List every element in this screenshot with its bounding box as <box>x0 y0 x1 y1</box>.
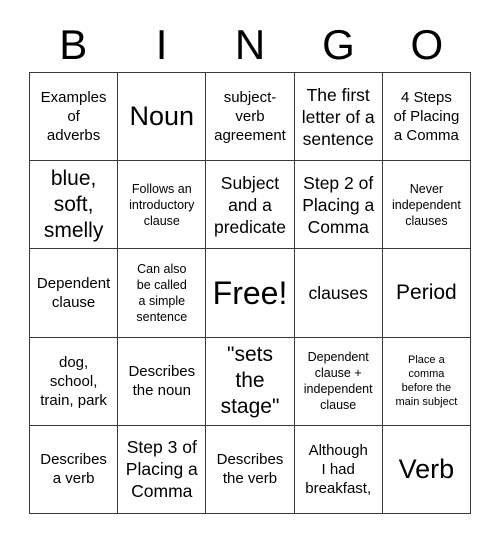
bingo-cell-label: Dependent clause <box>36 274 111 311</box>
bingo-header-letter-i: I <box>155 21 168 68</box>
bingo-cell-label: Noun <box>129 101 195 132</box>
bingo-cell-label: "sets the stage" <box>220 343 280 419</box>
bingo-cell-r4-c3[interactable]: "sets the stage" <box>206 337 295 426</box>
bingo-cell-label: clauses <box>308 282 368 303</box>
bingo-cell-r1-c2[interactable]: Noun <box>118 73 207 162</box>
bingo-cell-label: Step 2 of Placing a Comma <box>302 172 375 237</box>
bingo-cell-r2-c1[interactable]: blue, soft, smelly <box>30 161 119 250</box>
bingo-header: BINGO <box>29 18 471 72</box>
bingo-cell-r1-c4[interactable]: The first letter of a sentence <box>294 73 383 162</box>
bingo-cell-label: Describes the verb <box>216 451 284 488</box>
bingo-cell-label: Step 3 of Placing a Comma <box>125 437 198 502</box>
bingo-cell-r3-c1[interactable]: Dependent clause <box>30 249 119 338</box>
bingo-cell-label: The first letter of a sentence <box>301 84 375 149</box>
bingo-cell-r4-c5[interactable]: Place a comma before the main subject <box>382 337 471 426</box>
bingo-cell-r1-c1[interactable]: Examples of adverbs <box>30 73 119 162</box>
bingo-cell-r2-c5[interactable]: Never independent clauses <box>382 161 471 250</box>
bingo-cell-label: Although I had breakfast, <box>305 441 372 497</box>
bingo-cell-r4-c2[interactable]: Describes the noun <box>118 337 207 426</box>
bingo-cell-label: Examples of adverbs <box>40 89 107 145</box>
bingo-cell-r3-c4[interactable]: clauses <box>294 249 383 338</box>
bingo-cell-free-space[interactable]: Free! <box>206 249 295 338</box>
bingo-cell-label: Free! <box>212 274 288 311</box>
bingo-header-letter-o: O <box>410 21 444 68</box>
bingo-cell-label: Follows an introductory clause <box>129 181 195 228</box>
bingo-cell-r4-c1[interactable]: dog, school, train, park <box>30 337 119 426</box>
bingo-grid: Examples of adverbs Noun subject- verb agr… <box>29 72 471 514</box>
bingo-cell-label: subject- verb agreement <box>214 89 286 145</box>
bingo-cell-r1-c5[interactable]: 4 Steps of Placing a Comma <box>382 73 471 162</box>
bingo-cell-label: 4 Steps of Placing a Comma <box>393 89 460 145</box>
bingo-header-letter-b: B <box>59 21 88 68</box>
bingo-cell-r2-c2[interactable]: Follows an introductory clause <box>118 161 207 250</box>
bingo-cell-label: Subject and a predicate <box>213 172 286 237</box>
bingo-cell-label: blue, soft, smelly <box>43 166 104 242</box>
bingo-cell-r2-c4[interactable]: Step 2 of Placing a Comma <box>294 161 383 250</box>
bingo-cell-label: Describes a verb <box>40 451 107 488</box>
bingo-cell-label: Never independent clauses <box>391 181 461 228</box>
bingo-cell-label: Describes the noun <box>128 363 196 400</box>
bingo-cell-r3-c2[interactable]: Can also be called a simple sentence <box>118 249 207 338</box>
bingo-cell-label: Can also be called a simple sentence <box>136 261 188 324</box>
bingo-cell-r2-c3[interactable]: Subject and a predicate <box>206 161 295 250</box>
bingo-cell-r5-c3[interactable]: Describes the verb <box>206 425 295 514</box>
bingo-cell-label: Place a comma before the main subject <box>395 354 458 409</box>
bingo-header-letter-g: G <box>322 21 355 68</box>
bingo-card: B I N G O Examples of adverbs Noun subject- ve… <box>0 0 500 544</box>
bingo-cell-label: Dependent clause + independent clause <box>303 350 373 413</box>
bingo-cell-r3-c5[interactable]: Period <box>382 249 471 338</box>
bingo-cell-r1-c3[interactable]: subject- verb agreement <box>206 73 295 162</box>
bingo-cell-r5-c1[interactable]: Describes a verb <box>30 425 119 514</box>
bingo-cell-label: Verb <box>398 453 455 484</box>
bingo-cell-r5-c2[interactable]: Step 3 of Placing a Comma <box>118 425 207 514</box>
bingo-cell-label: dog, school, train, park <box>40 353 107 409</box>
bingo-cell-r5-c4[interactable]: Although I had breakfast, <box>294 425 383 514</box>
bingo-cell-r4-c4[interactable]: Dependent clause + independent clause <box>294 337 383 426</box>
bingo-cell-r5-c5[interactable]: Verb <box>382 425 471 514</box>
bingo-cell-label: Period <box>396 280 457 304</box>
bingo-header-letter-n: N <box>234 21 266 68</box>
